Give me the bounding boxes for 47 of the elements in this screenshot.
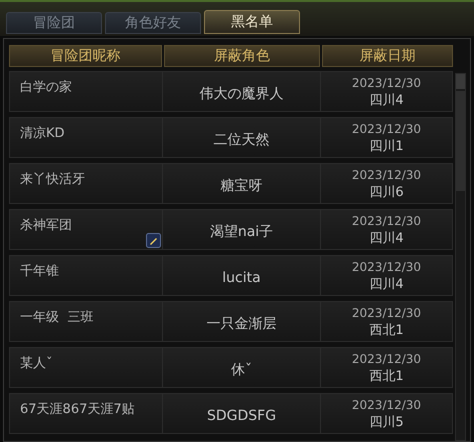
table-row[interactable]: 67天涯867天涯7贴 SDGDSFG 2023/12/30 四川5: [9, 393, 453, 434]
date-text: 2023/12/30: [352, 166, 422, 184]
table-cell: 67天涯867天涯7贴: [20, 402, 135, 417]
date-text: 2023/12/30: [352, 258, 422, 276]
tab[interactable]: 角色好友: [105, 12, 201, 34]
server-text: 四川5: [369, 414, 404, 430]
table-row[interactable]: 千年锥 lucita 2023/12/30 四川4: [9, 255, 453, 296]
table-cell: 白学の家: [20, 80, 72, 95]
date-text: 2023/12/30: [352, 120, 422, 138]
table-cell-text: 伟大の魔界人: [200, 85, 284, 104]
table-row[interactable]: 来丫快活牙 糖宝呀 2023/12/30 四川6: [9, 163, 453, 204]
server-text: 西北1: [369, 322, 404, 338]
table-cell-text: 渴望nai子: [210, 223, 274, 242]
table-cell-text: 糖宝呀: [220, 177, 262, 196]
tab[interactable]: 冒险团: [6, 12, 102, 34]
table-cell: 一年级 三班: [20, 310, 94, 325]
table-row[interactable]: 一年级 三班 一只金渐层 2023/12/30 西北1: [9, 301, 453, 342]
date-text: 2023/12/30: [352, 212, 422, 230]
table-cell: 清凉KD: [20, 126, 65, 141]
column-header: 屏蔽日期: [322, 45, 453, 67]
table-row[interactable]: 杀神军团 渴望nai子 2023/12/30 四川4: [9, 209, 453, 250]
server-text: 西北1: [369, 368, 404, 384]
scrollbar[interactable]: [455, 73, 466, 441]
table-cell-text: 二位天然: [214, 131, 270, 150]
table-row[interactable]: 清凉KD 二位天然 2023/12/30 四川1: [9, 117, 453, 158]
table-cell-text: SDGDSFG: [206, 407, 276, 426]
table-cell: 杀神军团: [20, 218, 72, 233]
tab[interactable]: 黑名单: [204, 10, 300, 34]
table-cell-text: 休ˇ: [231, 361, 252, 380]
server-text: 四川4: [369, 276, 404, 292]
table-row[interactable]: 某人ˇ 休ˇ 2023/12/30 西北1: [9, 347, 453, 388]
table-cell: 某人ˇ: [20, 356, 52, 371]
column-header: 冒险团昵称: [9, 45, 162, 67]
server-text: 四川6: [369, 184, 404, 200]
date-text: 2023/12/30: [352, 304, 422, 322]
server-text: 四川4: [369, 230, 404, 246]
date-text: 2023/12/30: [352, 396, 422, 414]
table-cell-text: lucita: [222, 269, 261, 288]
server-text: 四川4: [369, 92, 404, 108]
table-cell: 来丫快活牙: [20, 172, 85, 187]
date-text: 2023/12/30: [352, 74, 422, 92]
date-text: 2023/12/30: [352, 350, 422, 368]
column-header: 屏蔽角色: [164, 45, 320, 67]
server-text: 四川1: [369, 138, 404, 154]
table-row[interactable]: 白学の家 伟大の魔界人 2023/12/30 四川4: [9, 71, 453, 112]
table-cell-text: 一只金渐层: [206, 315, 276, 334]
table-cell: 千年锥: [20, 264, 59, 279]
